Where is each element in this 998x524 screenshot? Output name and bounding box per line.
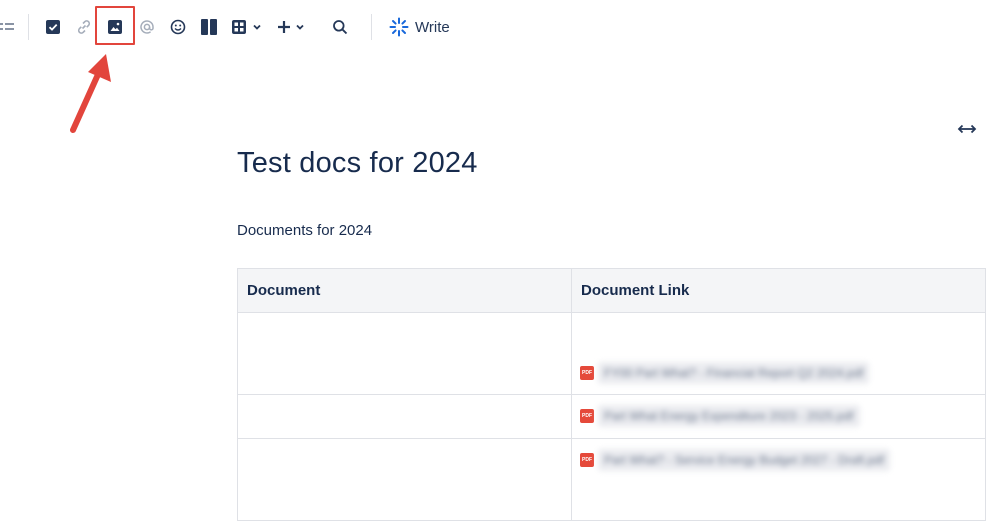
page-subtitle[interactable]: Documents for 2024 [237, 222, 372, 239]
table-insert-button[interactable] [229, 15, 265, 39]
annotation-arrow [70, 54, 111, 133]
checkbox-icon[interactable] [42, 15, 64, 39]
emoji-icon[interactable] [167, 15, 189, 39]
document-link-cell[interactable]: PDF Part What? - Service Energy Budget 2… [571, 438, 986, 521]
document-cell[interactable] [237, 438, 572, 521]
documents-table: Document Document Link PDF FY00 Part Wha… [237, 268, 986, 521]
layout-icon[interactable] [198, 15, 220, 39]
pdf-file-link[interactable]: PDF FY00 Part What? - Financial Report Q… [580, 362, 870, 384]
table-row: PDF Part What? - Service Energy Budget 2… [237, 438, 986, 521]
pdf-icon: PDF [580, 409, 594, 423]
file-name: Part What? - Service Energy Budget 2027 … [598, 449, 891, 471]
write-label: Write [415, 18, 450, 36]
toolbar-separator [28, 14, 29, 40]
sparkle-icon [389, 17, 409, 37]
pdf-icon: PDF [580, 366, 594, 380]
insert-more-button[interactable] [275, 15, 307, 39]
document-cell[interactable] [237, 312, 572, 395]
pdf-file-link[interactable]: PDF Part What Energy Expenditure 2023 - … [580, 405, 860, 427]
document-link-cell[interactable]: PDF Part What Energy Expenditure 2023 - … [571, 394, 986, 439]
write-button[interactable]: Write [389, 15, 453, 39]
toolbar-separator [371, 14, 372, 40]
expand-width-icon[interactable] [955, 120, 979, 138]
table-row: PDF FY00 Part What? - Financial Report Q… [237, 312, 986, 395]
pdf-icon: PDF [580, 453, 594, 467]
document-link-cell[interactable]: PDF FY00 Part What? - Financial Report Q… [571, 312, 986, 395]
editor-toolbar: Write [0, 0, 998, 56]
insert-plus-icon [278, 21, 290, 33]
link-icon[interactable] [73, 15, 95, 39]
page-title[interactable]: Test docs for 2024 [237, 147, 478, 180]
header-document-link[interactable]: Document Link [571, 268, 986, 313]
table-icon [232, 20, 246, 34]
chevron-down-icon [253, 24, 261, 30]
image-button-highlight [95, 6, 135, 45]
document-cell[interactable] [237, 394, 572, 439]
table-row: PDF Part What Energy Expenditure 2023 - … [237, 394, 986, 439]
file-name: Part What Energy Expenditure 2023 - 2025… [598, 405, 860, 427]
header-document[interactable]: Document [237, 268, 572, 313]
chevron-down-icon [296, 24, 304, 30]
list-icon[interactable] [0, 15, 14, 39]
file-name: FY00 Part What? - Financial Report Q2 20… [598, 362, 870, 384]
pdf-file-link[interactable]: PDF Part What? - Service Energy Budget 2… [580, 449, 891, 471]
search-icon[interactable] [329, 15, 351, 39]
mention-icon[interactable] [136, 15, 158, 39]
